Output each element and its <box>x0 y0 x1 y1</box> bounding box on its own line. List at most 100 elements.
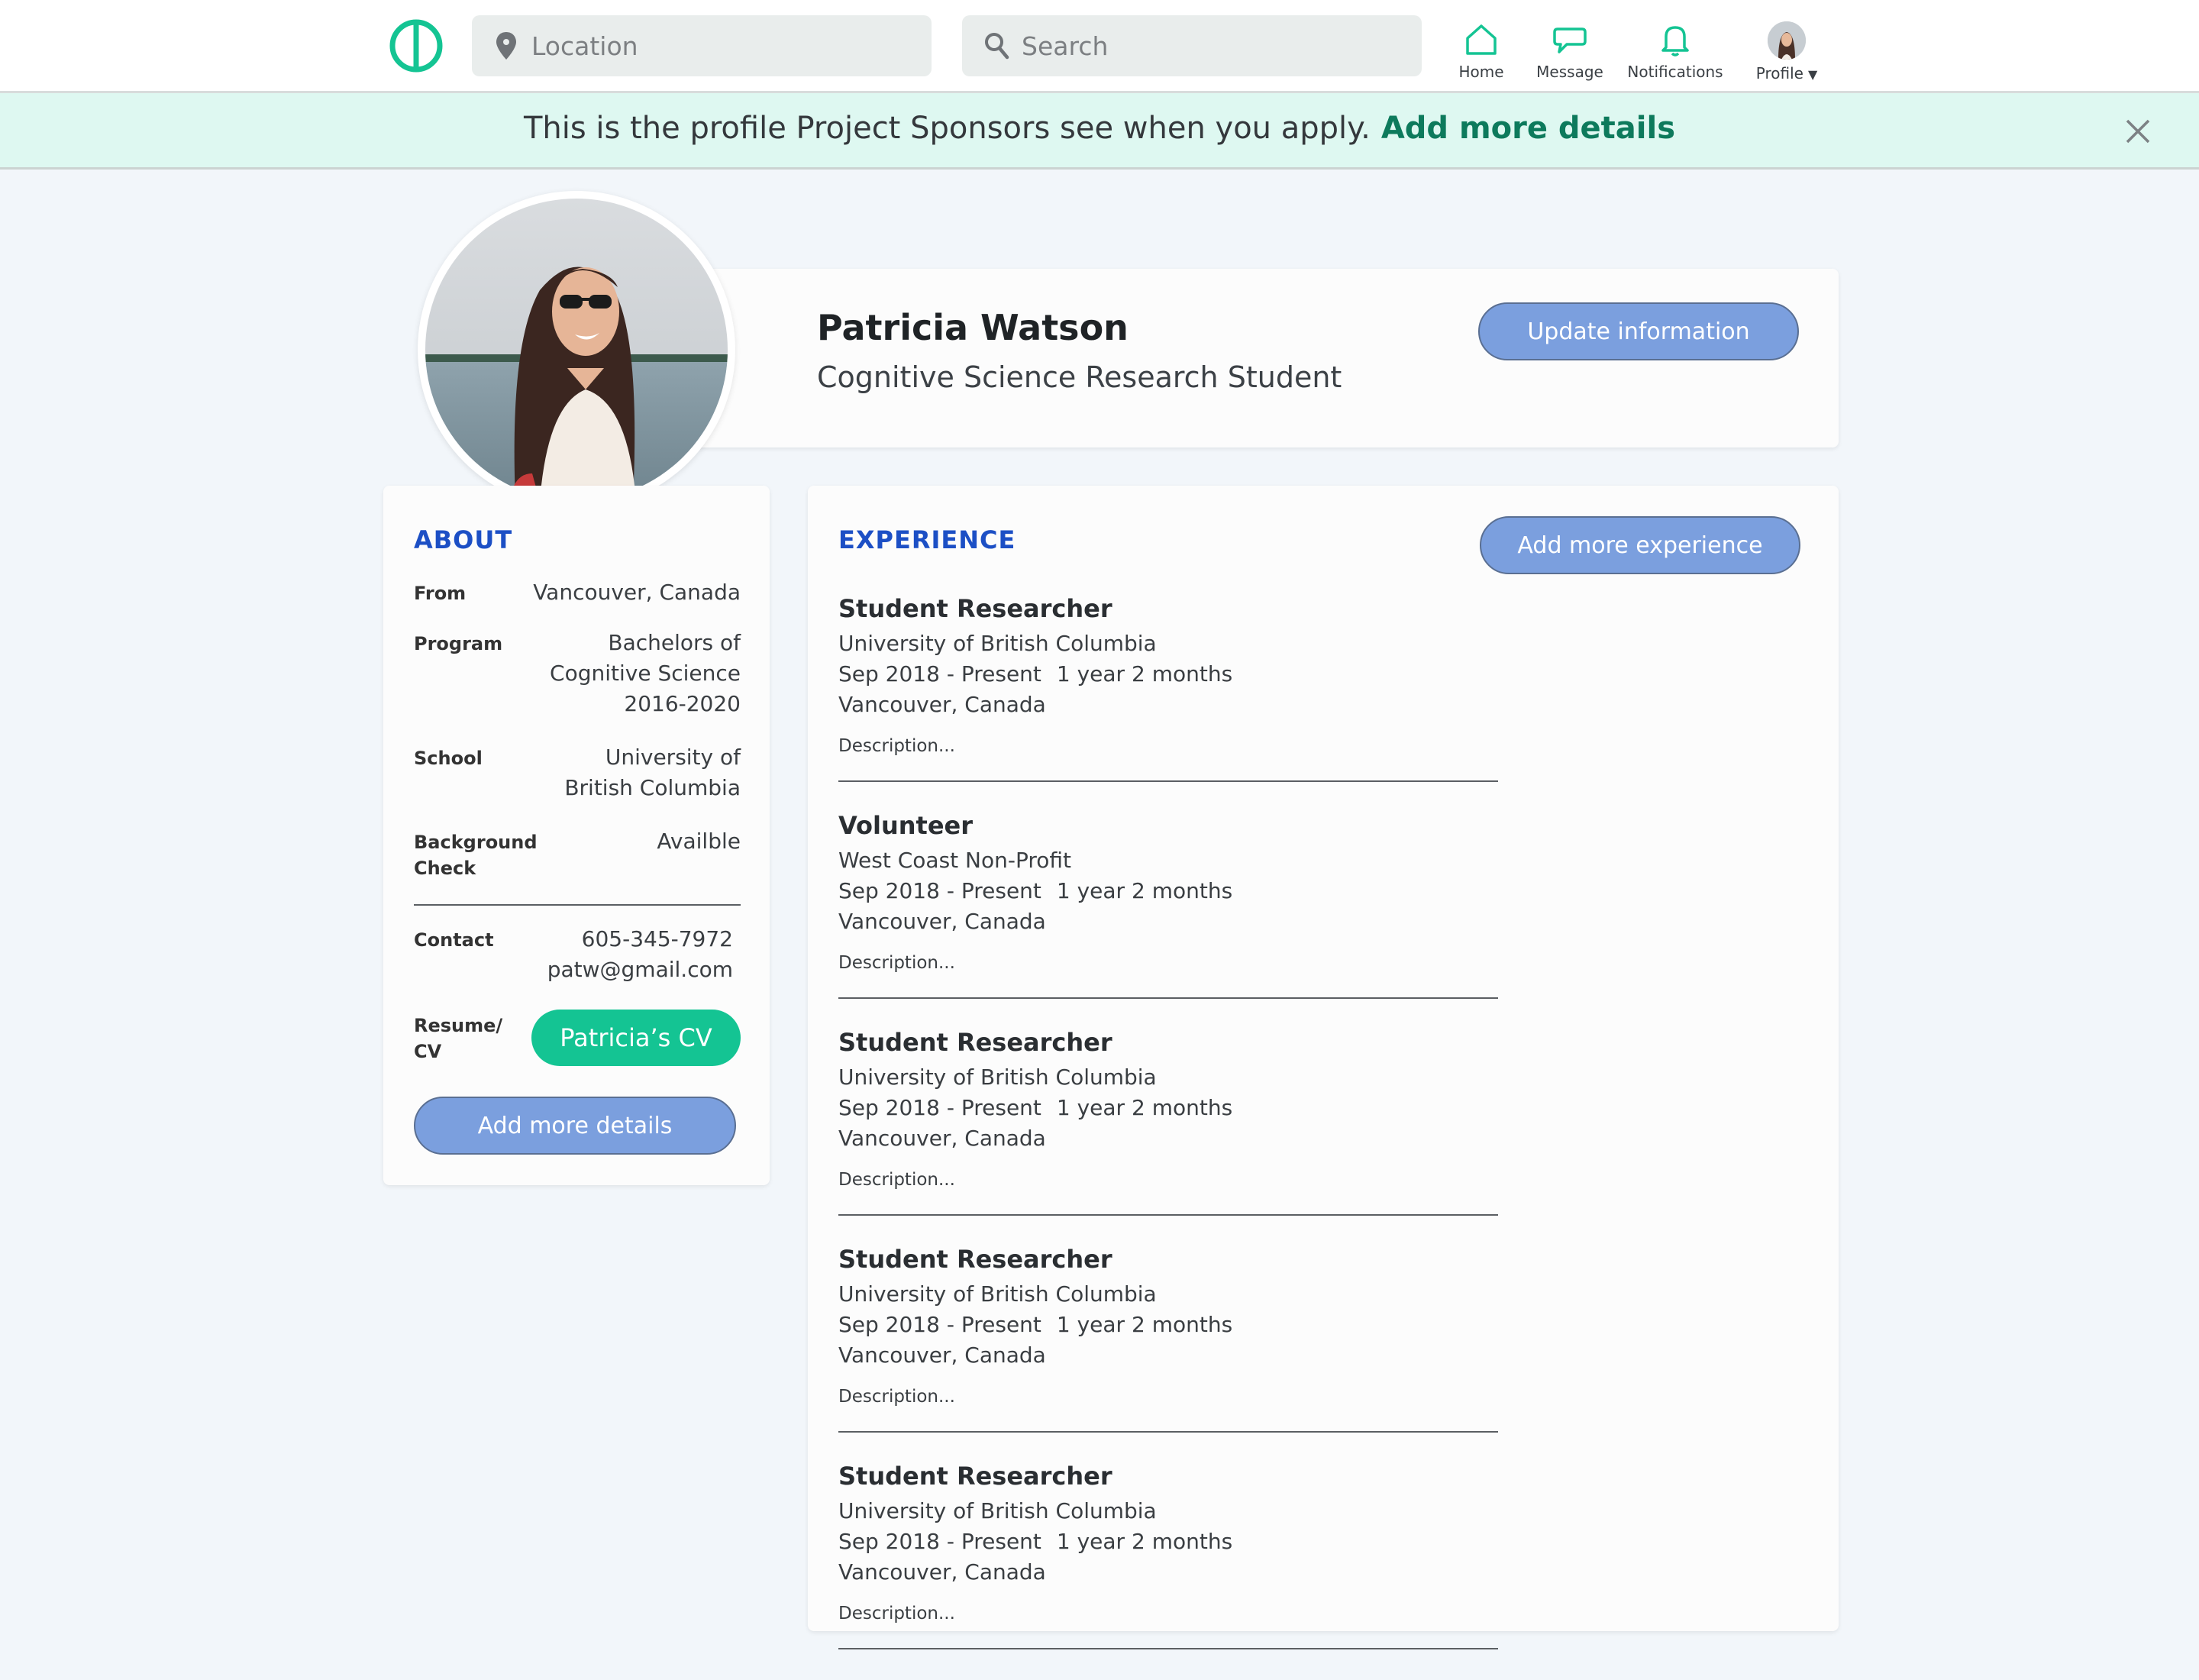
cv-button[interactable]: Patricia’s CV <box>531 1010 741 1066</box>
search-field[interactable] <box>962 15 1422 76</box>
experience-role: Student Researcher <box>838 594 1112 623</box>
nav-home-label: Home <box>1458 63 1504 81</box>
close-icon[interactable] <box>2123 116 2153 147</box>
experience-location: Vancouver, Canada <box>838 909 1046 934</box>
school-value: University of British Columbia <box>564 742 741 803</box>
profile-label-text: Profile <box>1755 64 1803 82</box>
background-check-label: Background Check <box>414 832 538 879</box>
info-banner: This is the profile Project Sponsors see… <box>0 93 2199 170</box>
bell-icon <box>1661 26 1689 57</box>
nav-notifications[interactable]: Notifications <box>1625 21 1726 81</box>
about-divider <box>414 904 741 906</box>
nav-notifications-label: Notifications <box>1627 63 1723 81</box>
program-line-3: 2016-2020 <box>624 691 741 716</box>
add-more-experience-button[interactable]: Add more experience <box>1480 516 1800 574</box>
experience-location: Vancouver, Canada <box>838 692 1046 717</box>
nav-message[interactable]: Message <box>1532 21 1608 81</box>
banner-message: This is the profile Project Sponsors see… <box>523 110 1371 146</box>
contact-value: 605-345-7972 patw@gmail.com <box>547 924 733 985</box>
school-line-1: University of <box>605 745 741 770</box>
about-card: ABOUT From Vancouver, Canada Program Bac… <box>383 486 770 1185</box>
experience-org: University of British Columbia <box>838 1065 1157 1090</box>
experience-duration: 1 year 2 months <box>1056 1095 1233 1120</box>
nav-message-label: Message <box>1536 63 1603 81</box>
avatar <box>1768 21 1806 60</box>
experience-divider <box>838 780 1498 782</box>
experience-item: Student Researcher University of British… <box>838 594 1498 813</box>
experience-date-range: Sep 2018 - Present <box>838 1312 1041 1337</box>
experience-role: Student Researcher <box>838 1462 1112 1491</box>
experience-item: Student Researcher University of British… <box>838 1462 1498 1680</box>
location-pin-icon <box>496 32 516 60</box>
experience-dates: Sep 2018 - Present 1 year 2 months <box>838 1095 1232 1120</box>
experience-card: EXPERIENCE Add more experience Student R… <box>808 486 1839 1649</box>
experience-heading: EXPERIENCE <box>838 525 1016 554</box>
experience-item: Student Researcher University of British… <box>838 1028 1498 1246</box>
chevron-down-icon: ▼ <box>1807 67 1818 82</box>
experience-date-range: Sep 2018 - Present <box>838 1095 1041 1120</box>
add-more-details-button[interactable]: Add more details <box>414 1097 736 1155</box>
contact-label: Contact <box>414 929 494 951</box>
experience-duration: 1 year 2 months <box>1056 878 1233 903</box>
nav-home[interactable]: Home <box>1451 21 1512 81</box>
experience-divider <box>838 1431 1498 1433</box>
experience-role: Student Researcher <box>838 1245 1112 1274</box>
experience-dates: Sep 2018 - Present 1 year 2 months <box>838 1312 1232 1337</box>
experience-dates: Sep 2018 - Present 1 year 2 months <box>838 661 1232 687</box>
experience-duration: 1 year 2 months <box>1056 1529 1233 1554</box>
program-value: Bachelors of Cognitive Science 2016-2020 <box>550 628 741 719</box>
experience-divider <box>838 1214 1498 1216</box>
experience-org: University of British Columbia <box>838 1498 1157 1523</box>
contact-phone: 605-345-7972 <box>581 926 733 951</box>
experience-dates: Sep 2018 - Present 1 year 2 months <box>838 1529 1232 1554</box>
experience-description: Description... <box>838 1387 955 1407</box>
experience-description: Description... <box>838 953 955 973</box>
from-value: Vancouver, Canada <box>533 580 741 605</box>
logo-icon[interactable] <box>388 18 444 73</box>
profile-photo <box>425 199 728 501</box>
background-check-value: Availble <box>657 829 741 854</box>
banner-add-details-link[interactable]: Add more details <box>1381 111 1675 146</box>
contact-email[interactable]: patw@gmail.com <box>547 955 733 985</box>
search-icon <box>985 33 1009 60</box>
program-line-2: Cognitive Science <box>550 661 741 686</box>
profile-photo-small <box>1768 21 1806 60</box>
experience-divider <box>838 1648 1498 1649</box>
location-field[interactable] <box>472 15 932 76</box>
home-icon <box>1466 24 1497 55</box>
school-label: School <box>414 748 483 769</box>
program-label: Program <box>414 633 503 654</box>
program-line-1: Bachelors of <box>608 630 741 655</box>
profile-title: Cognitive Science Research Student <box>817 360 1342 394</box>
profile-name: Patricia Watson <box>817 307 1129 348</box>
message-icon <box>1553 27 1587 53</box>
experience-divider <box>838 997 1498 999</box>
experience-date-range: Sep 2018 - Present <box>838 661 1041 687</box>
update-information-button[interactable]: Update information <box>1478 302 1799 360</box>
experience-description: Description... <box>838 1604 955 1623</box>
experience-item: Student Researcher University of British… <box>838 1245 1498 1463</box>
experience-item: Volunteer West Coast Non-Profit Sep 2018… <box>838 811 1498 1029</box>
experience-dates: Sep 2018 - Present 1 year 2 months <box>838 878 1232 903</box>
experience-location: Vancouver, Canada <box>838 1559 1046 1585</box>
about-heading: ABOUT <box>414 525 513 554</box>
experience-location: Vancouver, Canada <box>838 1126 1046 1151</box>
experience-org: University of British Columbia <box>838 631 1157 656</box>
experience-description: Description... <box>838 1170 955 1190</box>
school-line-2: British Columbia <box>564 775 741 800</box>
nav-profile-label: Profile ▼ <box>1756 64 1818 82</box>
profile-header-card: Patricia Watson Cognitive Science Resear… <box>687 269 1839 447</box>
experience-location: Vancouver, Canada <box>838 1342 1046 1368</box>
experience-date-range: Sep 2018 - Present <box>838 878 1041 903</box>
experience-role: Volunteer <box>838 811 974 840</box>
location-input[interactable] <box>531 15 932 76</box>
experience-duration: 1 year 2 months <box>1056 661 1233 687</box>
experience-org: West Coast Non-Profit <box>838 848 1072 873</box>
search-input[interactable] <box>1022 15 1422 76</box>
experience-description: Description... <box>838 736 955 756</box>
experience-date-range: Sep 2018 - Present <box>838 1529 1041 1554</box>
experience-role: Student Researcher <box>838 1028 1112 1057</box>
profile-avatar <box>418 191 735 509</box>
nav-profile[interactable]: Profile ▼ <box>1749 21 1825 82</box>
resume-label: Resume/ CV <box>414 1015 503 1062</box>
